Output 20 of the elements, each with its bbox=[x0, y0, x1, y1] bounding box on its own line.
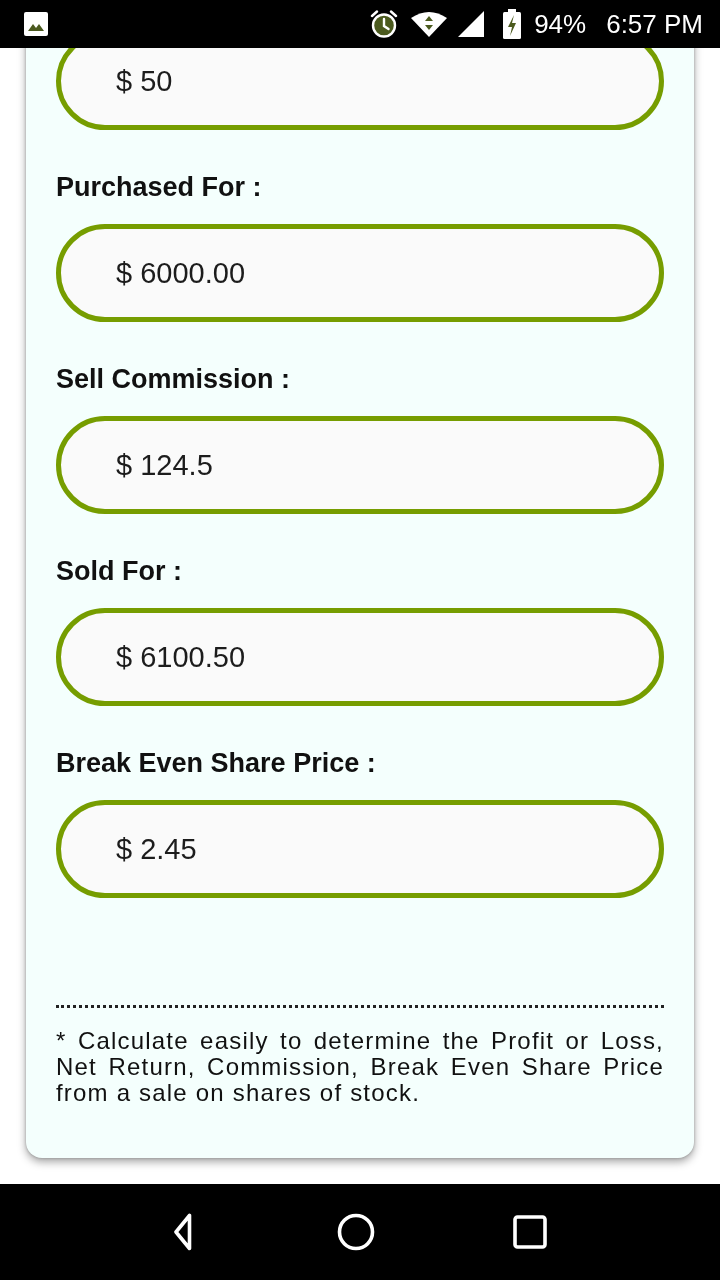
amount-field[interactable]: $ 124.5 bbox=[56, 416, 664, 514]
field-label: Sell Commission : bbox=[56, 363, 291, 396]
amount-field[interactable]: $ 50 bbox=[56, 48, 664, 130]
amount-field[interactable]: $ 2.45 bbox=[56, 800, 664, 898]
back-icon[interactable] bbox=[173, 1213, 192, 1251]
amount-field[interactable]: $ 6000.00 bbox=[56, 224, 664, 322]
alarm-clock-icon bbox=[370, 10, 399, 38]
clock-time: 6:57 PM bbox=[606, 9, 703, 39]
wifi-icon bbox=[411, 11, 448, 37]
field-label: Purchased For : bbox=[56, 171, 262, 204]
recent-apps-icon[interactable] bbox=[512, 1215, 547, 1249]
field-label: Sold For : bbox=[56, 555, 182, 588]
signal-icon bbox=[458, 11, 485, 37]
battery-percentage: 94% bbox=[534, 9, 587, 39]
amount-field[interactable]: $ 6100.50 bbox=[56, 608, 664, 706]
footnote-text: * Calculate easily to determine the Profit or Loss, Net Return, Commission, Break Even Share Price from a sale on shares of stock. bbox=[56, 1028, 664, 1106]
home-icon[interactable] bbox=[336, 1213, 375, 1251]
field-label: Break Even Share Price : bbox=[56, 747, 376, 780]
image-icon bbox=[24, 12, 48, 36]
battery-icon bbox=[503, 9, 522, 39]
